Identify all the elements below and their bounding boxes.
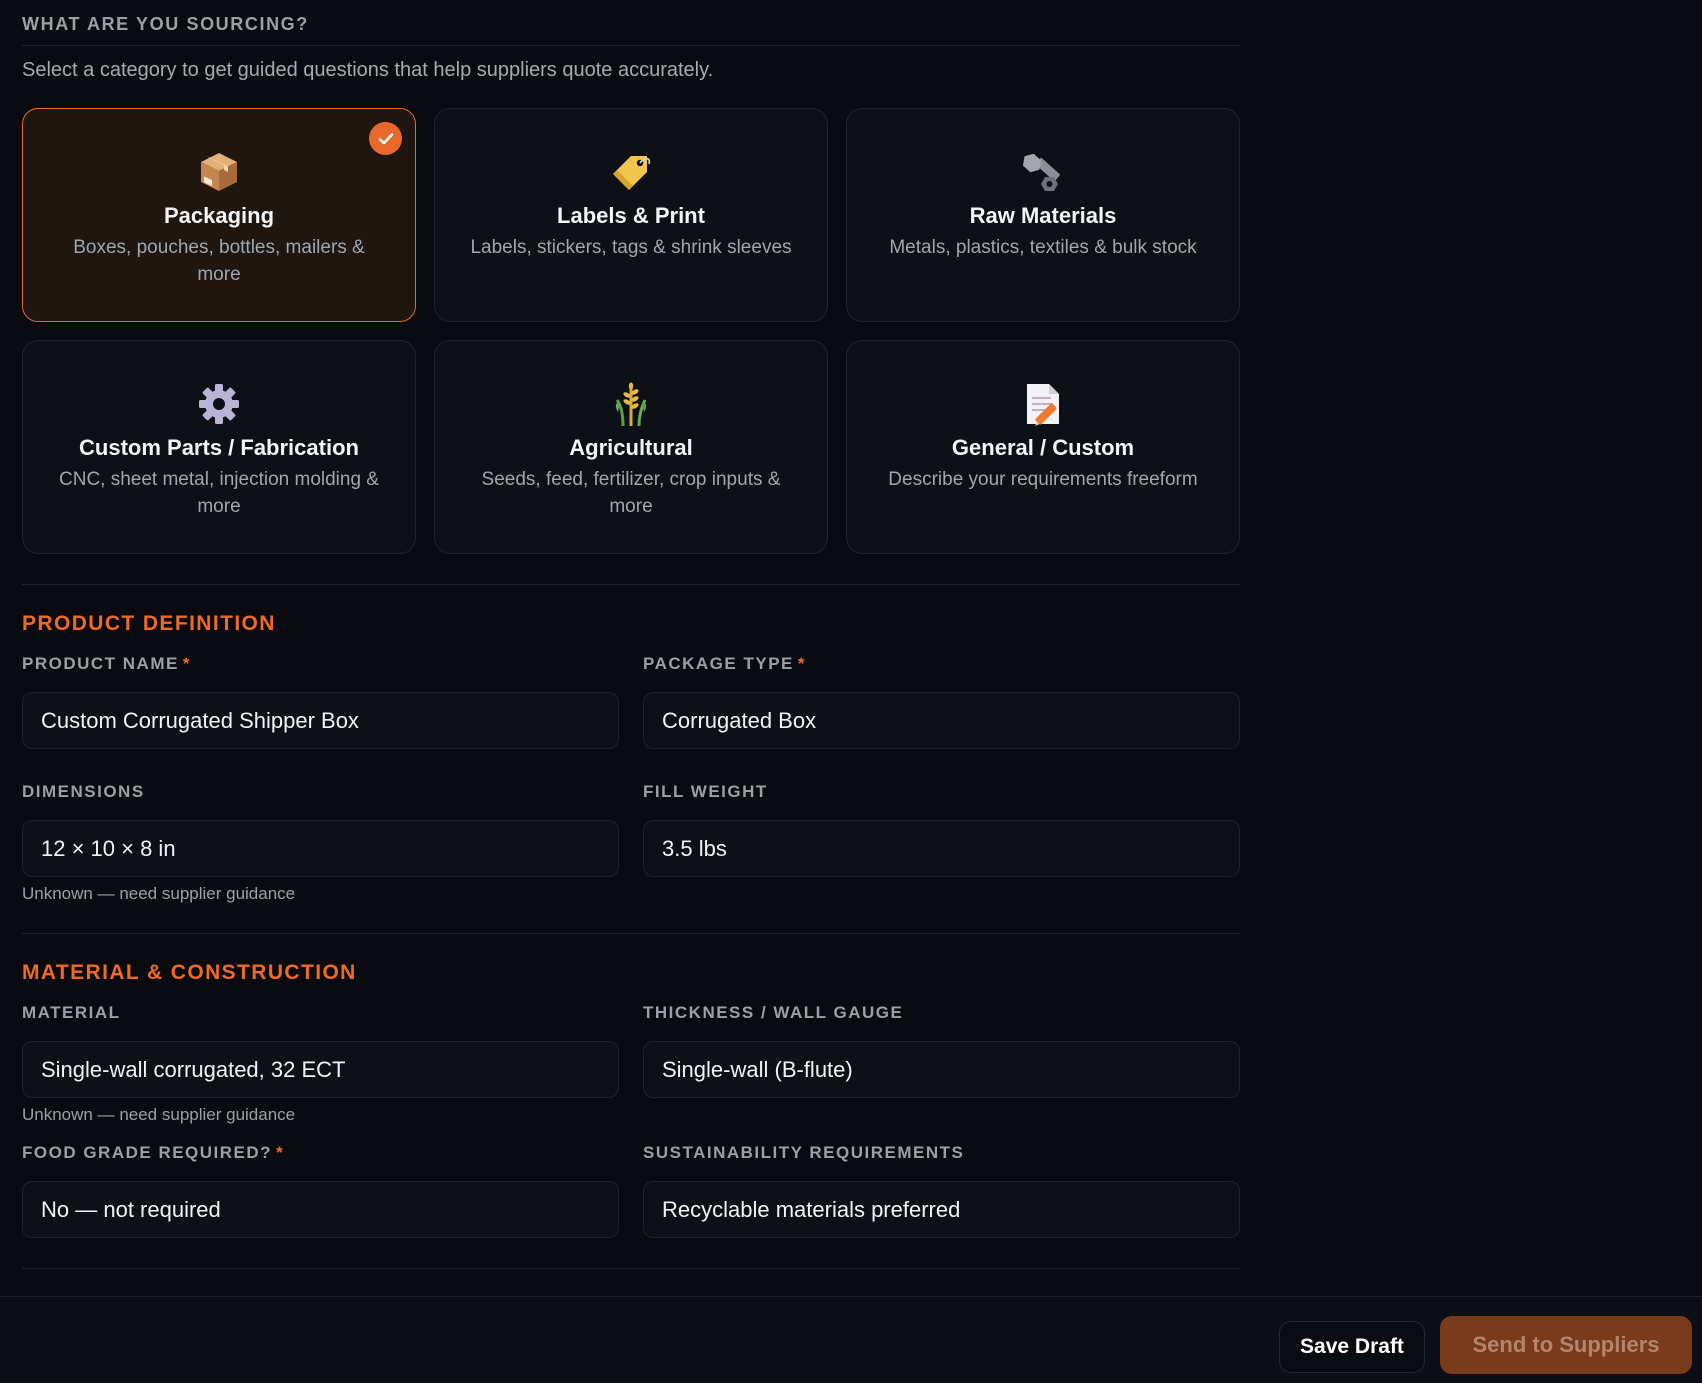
check-icon: [369, 122, 402, 155]
category-title: General / Custom: [951, 435, 1135, 460]
package-type-label: PACKAGE TYPE *: [643, 654, 806, 673]
product-definition-grid: PRODUCT NAME * Custom Corrugated Shipper …: [22, 654, 1240, 749]
main-content: WHAT ARE YOU SOURCING? Select a category…: [22, 0, 1240, 1269]
category-card-raw-materials[interactable]: Raw Materials Metals, plastics, textiles…: [846, 108, 1240, 322]
sustainability-field[interactable]: Recyclable materials preferred: [643, 1181, 1240, 1238]
divider: [22, 933, 1240, 934]
category-description: Metals, plastics, textiles & bulk stock: [889, 237, 1197, 258]
thickness-field[interactable]: Single-wall (B-flute): [643, 1041, 1240, 1098]
category-description: CNC, sheet metal, injection molding & mo…: [59, 469, 379, 517]
category-card-general-custom[interactable]: General / Custom Describe your requireme…: [846, 340, 1240, 554]
category-title: Custom Parts / Fabrication: [79, 435, 359, 460]
product-name-label: PRODUCT NAME *: [22, 654, 191, 673]
material-label: MATERIAL: [22, 1003, 121, 1022]
thickness-label: THICKNESS / WALL GAUGE: [643, 1003, 904, 1022]
food-grade-select[interactable]: No — not required: [22, 1181, 619, 1238]
dimensions-hint: Unknown — need supplier guidance: [22, 884, 296, 903]
material-field[interactable]: Single-wall corrugated, 32 ECT: [22, 1041, 619, 1098]
product-name-field[interactable]: Custom Corrugated Shipper Box: [22, 692, 619, 749]
wheat-icon: [435, 379, 827, 429]
material-grid-2: FOOD GRADE REQUIRED? * No — not required …: [22, 1143, 1240, 1238]
material-group: MATERIAL Single-wall corrugated, 32 ECT …: [22, 1003, 619, 1125]
category-card-packaging[interactable]: Packaging Boxes, pouches, bottles, maile…: [22, 108, 416, 322]
dimensions-group: DIMENSIONS 12 × 10 × 8 in Unknown — need…: [22, 782, 619, 904]
required-marker: *: [182, 654, 191, 673]
memo-icon: [847, 379, 1239, 429]
divider: [22, 584, 1240, 585]
fill-weight-field[interactable]: 3.5 lbs: [643, 820, 1240, 877]
sustainability-group: SUSTAINABILITY REQUIREMENTS Recyclable m…: [643, 1143, 1240, 1238]
category-card-labels-print[interactable]: Labels & Print Labels, stickers, tags & …: [434, 108, 828, 322]
required-marker: *: [797, 654, 806, 673]
category-card-custom-parts[interactable]: Custom Parts / Fabrication CNC, sheet me…: [22, 340, 416, 554]
category-title: Packaging: [163, 203, 275, 228]
category-title: Agricultural: [569, 435, 693, 460]
category-title: Labels & Print: [557, 203, 705, 228]
nut-bolt-icon: [847, 147, 1239, 197]
sustainability-label: SUSTAINABILITY REQUIREMENTS: [643, 1143, 965, 1162]
gear-icon: [23, 379, 415, 429]
product-definition-heading: PRODUCT DEFINITION: [22, 612, 276, 635]
dimensions-label: DIMENSIONS: [22, 782, 145, 801]
category-description: Boxes, pouches, bottles, mailers & more: [73, 237, 365, 285]
material-construction-heading: MATERIAL & CONSTRUCTION: [22, 961, 357, 984]
category-card-agricultural[interactable]: Agricultural Seeds, feed, fertilizer, cr…: [434, 340, 828, 554]
package-type-field[interactable]: Corrugated Box: [643, 692, 1240, 749]
package-icon: [23, 147, 415, 197]
category-title: Raw Materials: [969, 203, 1117, 228]
category-description: Seeds, feed, fertilizer, crop inputs & m…: [481, 469, 781, 517]
food-grade-label: FOOD GRADE REQUIRED? *: [22, 1143, 285, 1162]
product-definition-grid-2: DIMENSIONS 12 × 10 × 8 in Unknown — need…: [22, 782, 1240, 904]
food-grade-group: FOOD GRADE REQUIRED? * No — not required: [22, 1143, 619, 1238]
package-type-group: PACKAGE TYPE * Corrugated Box: [643, 654, 1240, 749]
divider: [22, 1268, 1240, 1269]
tag-icon: [435, 147, 827, 197]
product-name-group: PRODUCT NAME * Custom Corrugated Shipper …: [22, 654, 619, 749]
category-description: Describe your requirements freeform: [888, 469, 1198, 490]
sourcing-heading: WHAT ARE YOU SOURCING?: [22, 0, 1240, 46]
material-hint: Unknown — need supplier guidance: [22, 1105, 296, 1124]
thickness-group: THICKNESS / WALL GAUGE Single-wall (B-fl…: [643, 1003, 1240, 1125]
fill-weight-group: FILL WEIGHT 3.5 lbs: [643, 782, 1240, 904]
category-grid: Packaging Boxes, pouches, bottles, maile…: [22, 108, 1240, 554]
material-grid: MATERIAL Single-wall corrugated, 32 ECT …: [22, 1003, 1240, 1125]
action-footer: Save Draft Send to Suppliers: [0, 1296, 1702, 1383]
sourcing-subtitle: Select a category to get guided question…: [22, 59, 714, 81]
required-marker: *: [276, 1143, 285, 1162]
category-description: Labels, stickers, tags & shrink sleeves: [470, 237, 792, 258]
dimensions-field[interactable]: 12 × 10 × 8 in: [22, 820, 619, 877]
send-to-suppliers-button[interactable]: Send to Suppliers: [1440, 1316, 1692, 1374]
fill-weight-label: FILL WEIGHT: [643, 782, 768, 801]
save-draft-button[interactable]: Save Draft: [1279, 1321, 1425, 1373]
